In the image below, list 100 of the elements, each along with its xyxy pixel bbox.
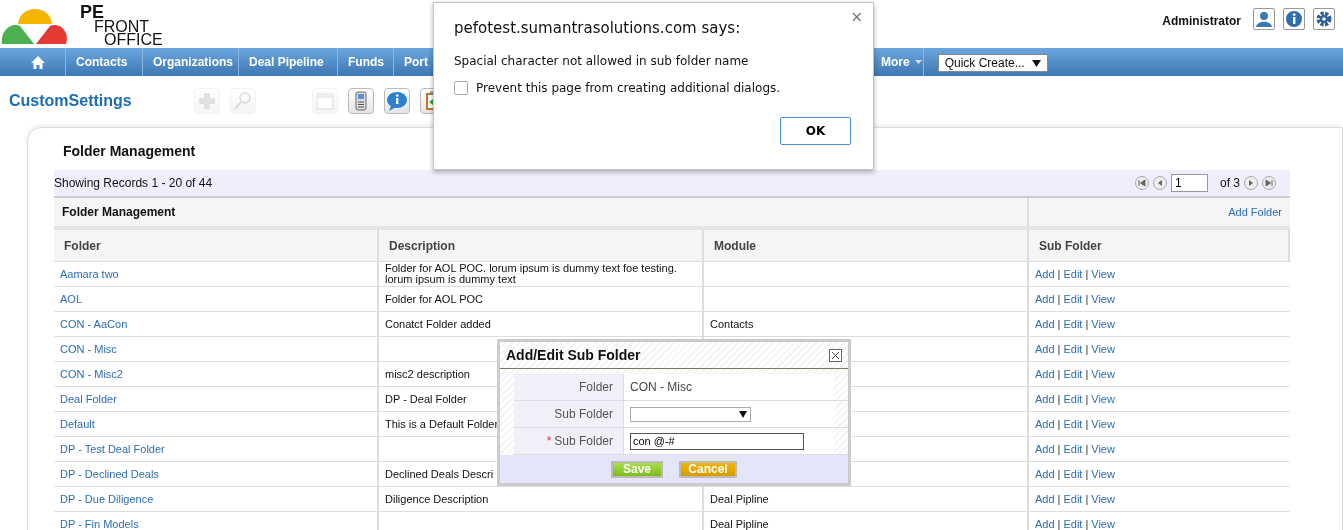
field-label: Folder [579,379,613,396]
ok-button[interactable]: OK [780,117,851,145]
separator-text: | [1085,268,1089,280]
separator-text: | [1057,318,1061,330]
folder-link[interactable]: DP - Due Diligence [60,493,154,505]
nav-link[interactable]: Contacts [66,48,143,76]
action-link[interactable]: Edit [1063,418,1083,430]
nav-link[interactable]: Funds [338,48,394,76]
separator-text: | [1085,293,1089,305]
action-link[interactable]: Add [1035,468,1055,480]
separator-text: | [1057,518,1061,530]
action-link[interactable]: Add [1035,318,1055,330]
info-icon[interactable] [1285,10,1303,28]
separator-text: | [1057,468,1061,480]
dialog-title: Add/Edit Sub Folder [506,345,641,365]
nav-link[interactable]: Organizations [143,48,239,76]
folder-link[interactable]: Default [60,418,95,430]
action-link[interactable]: Add [1035,293,1055,305]
action-link[interactable]: View [1091,443,1115,455]
page-number-field[interactable]: 1 [1171,174,1208,192]
action-link[interactable]: Add [1035,443,1055,455]
user-icon[interactable] [1255,10,1273,28]
action-link[interactable]: Edit [1063,468,1083,480]
alert-message: Spacial character not allowed in sub folder name [454,52,750,70]
folder-link[interactable]: AOL [60,293,82,305]
separator-text: | [1085,518,1089,530]
separator-text: | [1057,343,1061,355]
description-text: Diligence Description [385,493,489,505]
folder-link[interactable]: Aamara two [60,268,119,280]
action-link[interactable]: View [1091,268,1115,280]
caret-icon [739,410,747,418]
caret-icon [913,59,923,65]
action-link[interactable]: Edit [1063,293,1083,305]
action-link[interactable]: Add [1035,493,1055,505]
action-link[interactable]: Add [1035,368,1055,380]
close-icon[interactable] [829,348,842,362]
separator-text: | [1085,343,1089,355]
column-header: Module [704,230,1029,262]
first-page-icon[interactable] [1138,179,1146,187]
add-folder-link[interactable]: Add Folder [1228,203,1282,221]
action-link[interactable]: Edit [1063,318,1083,330]
settings-icon[interactable] [1315,10,1333,28]
description-text: Declined Deals Descri [385,468,494,480]
required-mark: * [546,433,552,450]
chat-bubble-icon[interactable] [386,90,408,112]
action-link[interactable]: View [1091,493,1115,505]
action-link[interactable]: View [1091,418,1115,430]
nav-link[interactable]: Deal Pipeline [239,48,338,76]
home-icon[interactable] [29,54,46,70]
action-link[interactable]: View [1091,293,1115,305]
folder-link[interactable]: DP - Fin Models [60,518,139,530]
action-link[interactable]: Add [1035,343,1055,355]
records-count: Showing Records 1 - 20 of 44 [54,175,213,192]
action-link[interactable]: Edit [1063,393,1083,405]
checkbox-label: Prevent this page from creating additional dialogs. [476,79,781,97]
sub-folder-input[interactable]: con @-# [630,432,804,450]
description-text: Folder for AOL POC. lorum ipsum is dummy text foe testing. lorum ipsum is dummy text [385,263,678,285]
alert-title: pefotest.sumantrasolutions.com says: [454,18,742,39]
page-title: CustomSettings [9,91,133,111]
page-total: of 3 [1220,175,1240,192]
panel-title: Folder Management [63,142,197,161]
quick-create-select[interactable]: Quick Create... [937,54,1048,72]
action-link[interactable]: View [1091,368,1115,380]
close-button[interactable]: × [850,9,863,25]
folder-link[interactable]: Deal Folder [60,393,117,405]
action-link[interactable]: Add [1035,393,1055,405]
action-link[interactable]: Edit [1063,493,1083,505]
last-page-icon[interactable] [1265,179,1273,187]
action-link[interactable]: View [1091,393,1115,405]
separator-text: | [1057,393,1061,405]
action-link[interactable]: Edit [1063,343,1083,355]
description-text: This is a Default Folder [385,418,499,430]
action-link[interactable]: Edit [1063,443,1083,455]
module-text: Deal Pipline [710,493,769,505]
action-link[interactable]: Edit [1063,268,1083,280]
action-link[interactable]: Add [1035,418,1055,430]
action-link[interactable]: View [1091,468,1115,480]
separator-text: | [1085,368,1089,380]
folder-link[interactable]: DP - Declined Deals [60,468,159,480]
column-header: Folder [54,230,379,262]
folder-link[interactable]: CON - Misc2 [60,368,123,380]
nav-link[interactable]: Port [394,48,431,76]
action-link[interactable]: Add [1035,518,1055,530]
action-link[interactable]: Add [1035,268,1055,280]
folder-link[interactable]: DP - Test Deal Folder [60,443,165,455]
action-link[interactable]: View [1091,343,1115,355]
caret-icon [1031,59,1041,67]
checkbox[interactable] [454,80,468,95]
description-text: DP - Deal Folder [385,393,467,405]
separator-text: | [1057,493,1061,505]
action-link[interactable]: View [1091,518,1115,530]
folder-link[interactable]: CON - AaCon [60,318,128,330]
action-link[interactable]: View [1091,318,1115,330]
previous-page-icon[interactable] [1156,179,1164,187]
next-page-icon[interactable] [1247,179,1255,187]
separator-text: | [1085,318,1089,330]
user-name: Administrator [1162,13,1241,30]
action-link[interactable]: Edit [1063,368,1083,380]
folder-link[interactable]: CON - Misc [60,343,117,355]
action-link[interactable]: Edit [1063,518,1083,530]
